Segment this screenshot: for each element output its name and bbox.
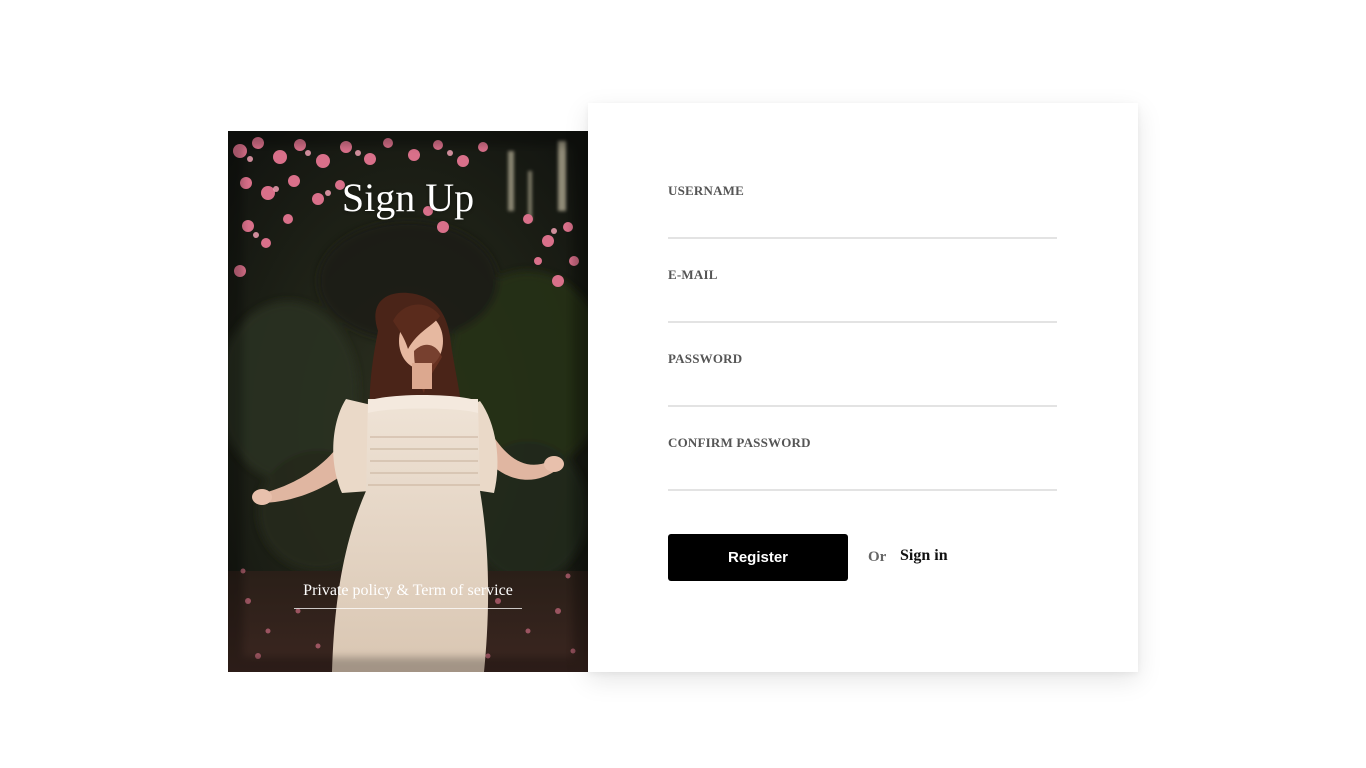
hero-photo-panel: Sign Up Private policy & Term of service <box>228 131 588 672</box>
password-field-group: PASSWORD <box>668 351 1057 407</box>
username-field-group: USERNAME <box>668 183 1057 239</box>
email-input[interactable] <box>668 293 1057 323</box>
page: Sign Up Private policy & Term of service… <box>0 0 1366 768</box>
sign-in-link[interactable]: Sign in <box>900 547 948 565</box>
password-label: PASSWORD <box>668 351 743 366</box>
confirm-password-field-group: CONFIRM PASSWORD <box>668 435 1057 491</box>
page-title: Sign Up <box>341 175 475 220</box>
username-label: USERNAME <box>668 183 744 198</box>
email-label: E-MAIL <box>668 267 718 282</box>
register-button[interactable]: Register <box>668 534 848 581</box>
username-input[interactable] <box>668 209 1057 239</box>
or-separator-text: Or <box>868 549 887 565</box>
confirm-password-input[interactable] <box>668 461 1057 491</box>
confirm-password-label: CONFIRM PASSWORD <box>668 435 811 450</box>
signup-form-card: USERNAME E-MAIL PASSWORD CONFIRM PASSWOR… <box>588 103 1138 672</box>
password-input[interactable] <box>668 377 1057 407</box>
email-field-group: E-MAIL <box>668 267 1057 323</box>
privacy-terms-link[interactable]: Private policy & Term of service <box>294 580 522 609</box>
